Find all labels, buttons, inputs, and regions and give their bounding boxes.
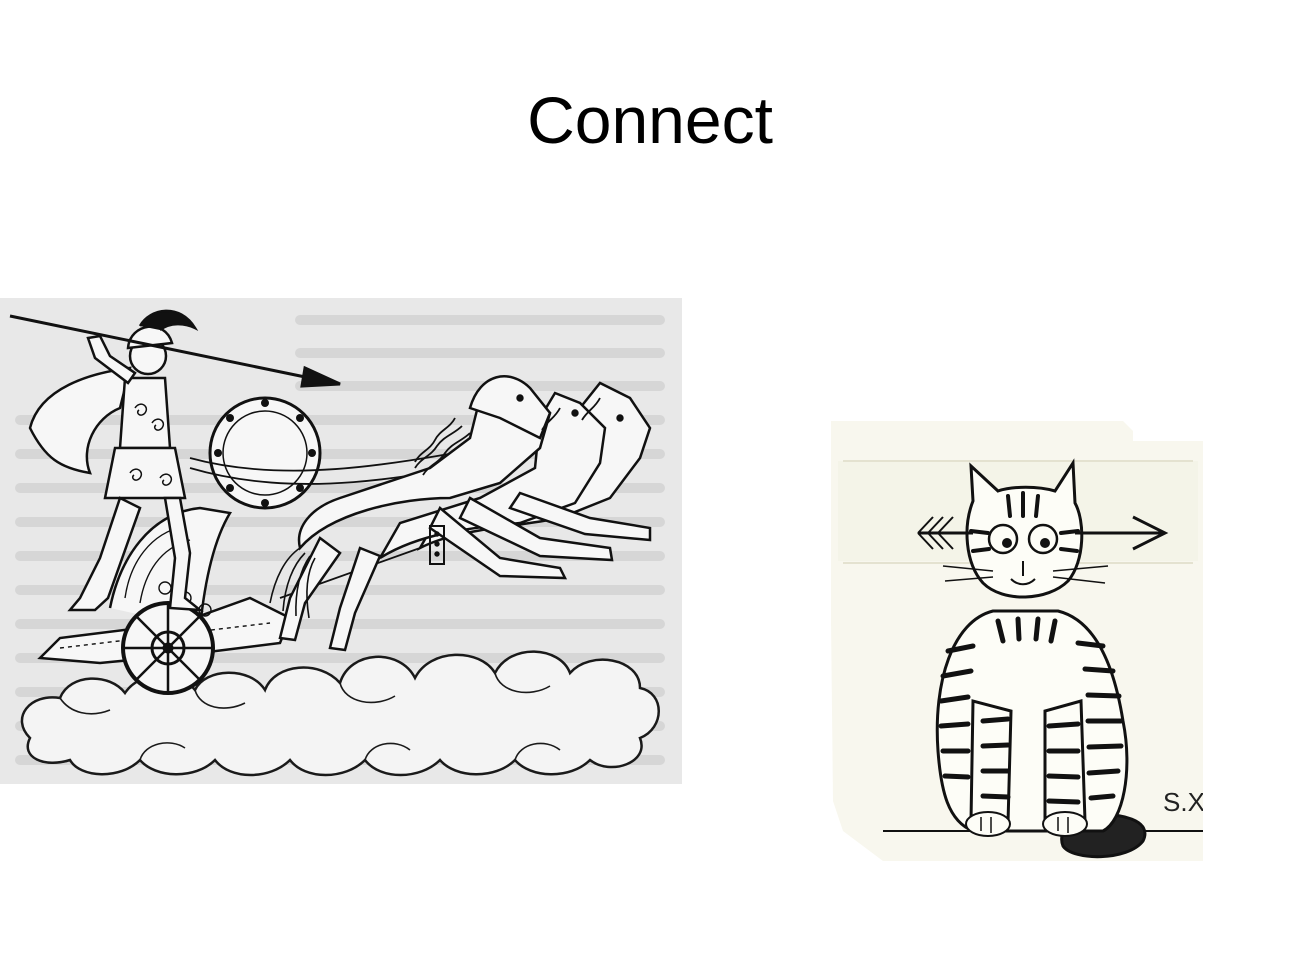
slide: Connect S.X (0, 0, 1300, 976)
cat-with-arrow-icon: S.X (831, 421, 1203, 861)
slide-title: Connect (527, 83, 773, 157)
cat-illustration: S.X (823, 421, 1203, 861)
chariot-illustration (0, 298, 682, 784)
chariot-warrior-icon (0, 298, 682, 784)
signature-text: S.X (1163, 787, 1203, 817)
